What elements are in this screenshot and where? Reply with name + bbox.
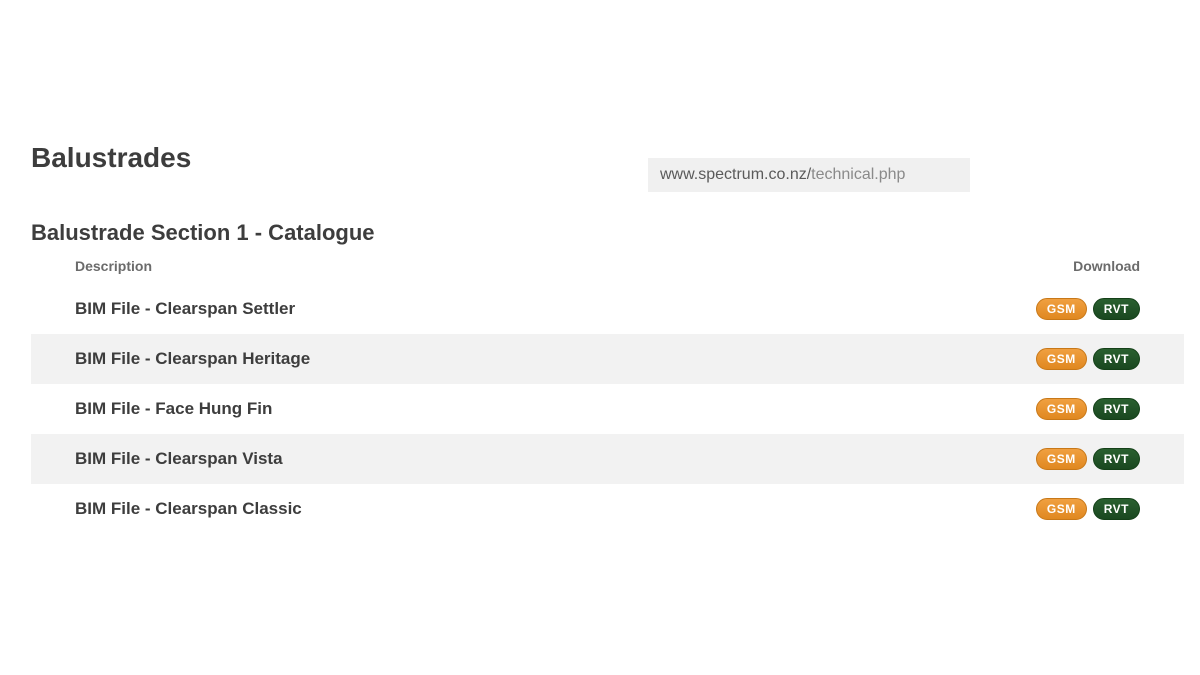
url-path: technical.php xyxy=(811,166,905,184)
download-rvt-button[interactable]: RVT xyxy=(1093,498,1140,520)
header-description: Description xyxy=(75,258,152,274)
row-downloads: GSM RVT xyxy=(1036,498,1140,520)
download-rvt-button[interactable]: RVT xyxy=(1093,448,1140,470)
download-gsm-button[interactable]: GSM xyxy=(1036,498,1087,520)
download-rvt-button[interactable]: RVT xyxy=(1093,348,1140,370)
row-description: BIM File - Clearspan Vista xyxy=(75,449,283,469)
row-description: BIM File - Face Hung Fin xyxy=(75,399,272,419)
row-downloads: GSM RVT xyxy=(1036,398,1140,420)
page-title: Balustrades xyxy=(31,142,191,174)
table-header: Description Download xyxy=(31,252,1184,284)
download-gsm-button[interactable]: GSM xyxy=(1036,298,1087,320)
row-downloads: GSM RVT xyxy=(1036,298,1140,320)
row-description: BIM File - Clearspan Heritage xyxy=(75,349,310,369)
url-bar[interactable]: www.spectrum.co.nz/technical.php xyxy=(648,158,970,192)
download-gsm-button[interactable]: GSM xyxy=(1036,348,1087,370)
download-gsm-button[interactable]: GSM xyxy=(1036,448,1087,470)
row-downloads: GSM RVT xyxy=(1036,448,1140,470)
download-rvt-button[interactable]: RVT xyxy=(1093,298,1140,320)
table-row: BIM File - Clearspan Heritage GSM RVT xyxy=(31,334,1184,384)
row-downloads: GSM RVT xyxy=(1036,348,1140,370)
table-row: BIM File - Clearspan Settler GSM RVT xyxy=(31,284,1184,334)
table-row: BIM File - Clearspan Classic GSM RVT xyxy=(31,484,1184,534)
section-title: Balustrade Section 1 - Catalogue xyxy=(31,220,375,246)
header-download: Download xyxy=(1073,258,1140,274)
row-description: BIM File - Clearspan Classic xyxy=(75,499,302,519)
downloads-table: Description Download BIM File - Clearspa… xyxy=(31,252,1184,534)
download-rvt-button[interactable]: RVT xyxy=(1093,398,1140,420)
table-row: BIM File - Clearspan Vista GSM RVT xyxy=(31,434,1184,484)
table-row: BIM File - Face Hung Fin GSM RVT xyxy=(31,384,1184,434)
url-domain: www.spectrum.co.nz/ xyxy=(660,166,811,184)
download-gsm-button[interactable]: GSM xyxy=(1036,398,1087,420)
row-description: BIM File - Clearspan Settler xyxy=(75,299,295,319)
